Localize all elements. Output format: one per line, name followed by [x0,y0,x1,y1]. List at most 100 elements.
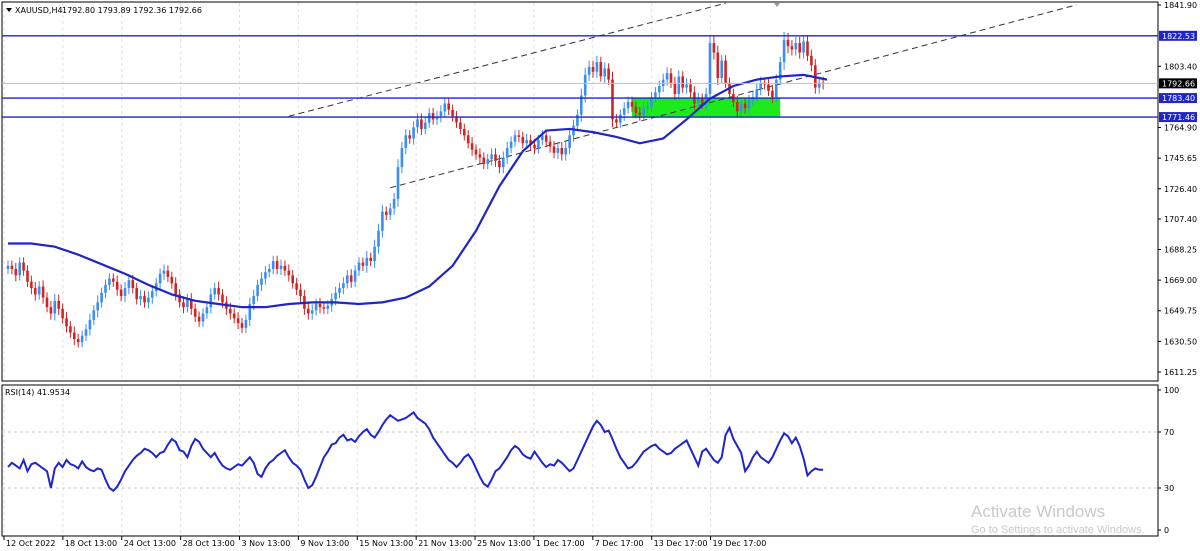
candle-body[interactable] [790,46,794,50]
candle-body[interactable] [408,135,411,139]
candle-body[interactable] [490,154,493,160]
candle-body[interactable] [396,167,400,199]
candle-body[interactable] [104,284,107,293]
candle-body[interactable] [478,154,482,158]
candle-body[interactable] [205,307,209,314]
candle-body[interactable] [513,135,517,142]
candle-body[interactable] [96,302,99,311]
candle-body[interactable] [221,294,224,303]
candle-body[interactable] [166,270,170,277]
candle-body[interactable] [310,310,314,314]
candle-body[interactable] [275,261,279,269]
candle-body[interactable] [229,308,232,314]
candle-body[interactable] [583,74,587,96]
candle-body[interactable] [88,319,92,330]
candle-body[interactable] [112,278,115,282]
candle-body[interactable] [14,268,18,276]
candle-body[interactable] [346,275,349,284]
candle-body[interactable] [786,39,790,47]
candle-body[interactable] [143,296,146,303]
candle-body[interactable] [673,82,677,94]
candle-body[interactable] [810,55,813,66]
candle-body[interactable] [240,323,244,328]
candle-body[interactable] [498,160,501,168]
candle-body[interactable] [6,265,10,269]
candle-body[interactable] [755,89,759,98]
candle-body[interactable] [767,84,770,91]
candle-body[interactable] [37,286,41,295]
candle-body[interactable] [73,332,76,339]
candle-body[interactable] [244,319,248,328]
candle-body[interactable] [404,135,408,149]
candle-body[interactable] [30,281,33,289]
trading-chart[interactable]: 1841.90 1803.40 1764.90 1745.65 1726.40 1707.… [0,0,1200,551]
candle-body[interactable] [427,113,431,123]
candle-body[interactable] [279,265,283,269]
candle-body[interactable] [388,208,392,215]
candle-body[interactable] [197,316,201,322]
candle-body[interactable] [607,68,610,80]
candle-body[interactable] [385,211,388,215]
candle-body[interactable] [685,84,688,88]
candle-body[interactable] [108,278,111,285]
candle-body[interactable] [252,296,255,304]
candle-body[interactable] [61,308,64,319]
candle-body[interactable] [646,106,649,109]
candle-body[interactable] [712,43,716,53]
candle-body[interactable] [314,303,318,311]
candle-body[interactable] [459,122,462,129]
candle-body[interactable] [747,100,751,109]
candle-body[interactable] [127,280,131,289]
candle-body[interactable] [560,148,564,155]
candle-body[interactable] [443,103,447,112]
candle-body[interactable] [603,68,606,77]
candle-body[interactable] [568,135,571,149]
candle-body[interactable] [53,300,57,314]
candle-body[interactable] [256,284,259,297]
candle-body[interactable] [739,103,743,112]
candle-body[interactable] [338,288,341,293]
candle-body[interactable] [599,62,603,77]
candle-body[interactable] [260,278,263,285]
candle-body[interactable] [84,329,88,336]
candle-body[interactable] [412,127,415,139]
candle-body[interactable] [724,60,727,83]
candle-body[interactable] [295,283,298,290]
candle-body[interactable] [533,144,536,149]
candle-body[interactable] [373,246,376,262]
candle-body[interactable] [486,159,489,164]
candle-body[interactable] [334,292,337,300]
candle-body[interactable] [595,62,599,72]
candle-body[interactable] [10,265,14,269]
candle-body[interactable] [291,275,294,284]
candle-body[interactable] [349,275,353,282]
candle-body[interactable] [264,272,267,279]
candle-body[interactable] [318,303,322,308]
candle-body[interactable] [716,52,720,79]
candle-body[interactable] [416,119,419,128]
candle-body[interactable] [186,299,189,308]
candle-body[interactable] [494,154,497,161]
candle-body[interactable] [158,273,162,284]
candle-body[interactable] [322,307,326,309]
candle-body[interactable] [591,66,595,72]
candle-body[interactable] [135,288,138,300]
candle-body[interactable] [552,146,556,153]
candle-body[interactable] [201,313,205,322]
candle-body[interactable] [654,92,657,98]
candle[interactable] [708,35,712,102]
candle-body[interactable] [80,335,84,343]
candle-body[interactable] [369,257,372,262]
candle-body[interactable] [474,149,478,155]
candle-body[interactable] [544,135,548,142]
candle-body[interactable] [18,262,21,276]
candle-body[interactable] [139,296,142,300]
candle-body[interactable] [34,288,37,295]
candle-body[interactable] [361,262,365,266]
candle-body[interactable] [771,90,774,98]
candle-body[interactable] [622,108,626,115]
candle-body[interactable] [521,136,525,144]
candle-body[interactable] [287,270,291,276]
candle-body[interactable] [381,211,384,231]
candle-body[interactable] [556,148,560,153]
